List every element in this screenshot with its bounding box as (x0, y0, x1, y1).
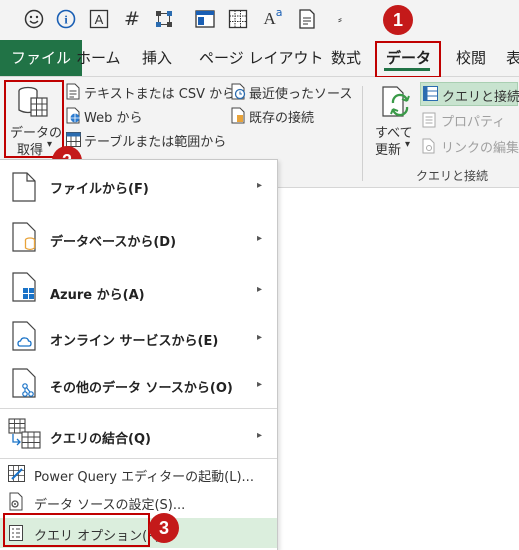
menu-item-label: データベースから(D) (50, 235, 177, 250)
edit-links-icon (422, 138, 435, 154)
menu-item-data-source-settings[interactable]: データ ソースの設定(S)... (0, 488, 277, 516)
web-file-icon (66, 107, 80, 124)
tab-formulas[interactable]: 数式 (331, 40, 361, 76)
superscript-icon[interactable]: Aa (262, 5, 284, 30)
from-table-range-button[interactable]: テーブルまたは範囲から (66, 130, 226, 150)
tab-review[interactable]: 校閲 (456, 40, 486, 76)
edit-links-label: リンクの編集 (441, 141, 519, 156)
submenu-arrow-icon: ▸ (257, 430, 263, 441)
hash-icon[interactable]: # (121, 8, 143, 30)
database-file-icon (12, 222, 36, 252)
menu-item-label: データ ソースの設定(S)... (34, 498, 186, 513)
menu-item-label: Power Query エディターの起動(L)... (34, 470, 254, 485)
form-icon[interactable] (296, 8, 318, 30)
recent-sources-button[interactable]: 最近使ったソース (231, 82, 371, 102)
tab-more[interactable]: 表 (506, 40, 519, 76)
menu-item-from-database[interactable]: データベースから(D) ▸ (0, 212, 277, 262)
menu-item-label: Azure から(A) (50, 288, 145, 303)
file-icon (12, 172, 36, 202)
tab-home[interactable]: ホーム (76, 40, 121, 76)
edit-links-button[interactable]: リンクの編集 (422, 136, 519, 156)
menu-item-combine-queries[interactable]: クエリの結合(Q) ▸ (0, 410, 277, 458)
menu-item-launch-power-query[interactable]: Power Query エディターの起動(L)... (0, 460, 277, 488)
combine-queries-icon (8, 418, 41, 449)
recent-sources-icon (231, 83, 246, 100)
submenu-arrow-icon: ▸ (257, 379, 263, 390)
window-icon[interactable] (194, 8, 216, 30)
ribbon-tabs: ファイル ホーム 挿入 ページ レイアウト 数式 データ 校閲 表 (0, 40, 519, 77)
menu-item-label: ファイルから(F) (50, 182, 149, 197)
azure-file-icon (12, 272, 36, 302)
submenu-arrow-icon: ▸ (257, 180, 263, 191)
existing-connections-label: 既存の接続 (249, 111, 315, 126)
menu-item-label: その他のデータ ソースから(O) (50, 381, 233, 396)
tab-file[interactable]: ファイル (0, 40, 83, 76)
smiley-icon[interactable] (23, 8, 45, 30)
cloud-file-icon (12, 321, 36, 351)
queries-group-label: クエリと接続 (416, 169, 489, 183)
menu-item-from-azure[interactable]: Azure から(A) ▸ (0, 262, 277, 312)
power-query-editor-icon (8, 465, 25, 482)
existing-connections-icon (231, 107, 245, 124)
hash-glyph: # (124, 8, 140, 30)
data-source-settings-icon (9, 492, 23, 511)
get-data-highlight (4, 80, 64, 158)
info-glyph: i (64, 13, 68, 27)
tab-page-layout[interactable]: ページ レイアウト (199, 40, 323, 76)
submenu-arrow-icon: ▸ (257, 233, 263, 244)
refresh-all-label-2: 更新 (375, 143, 402, 158)
menu-separator (0, 458, 277, 459)
tab-insert[interactable]: 挿入 (142, 40, 172, 76)
queries-connections-label: クエリと接続 (442, 90, 519, 105)
info-icon[interactable]: i (55, 8, 77, 30)
text-a-glyph: A (95, 12, 104, 27)
quick-access-toolbar: i A # Aa ⸗ (0, 0, 519, 40)
queries-connections-button[interactable]: クエリと接続 (420, 82, 519, 106)
menu-item-from-online-services[interactable]: オンライン サービスから(E) ▸ (0, 312, 277, 360)
queries-connections-icon (423, 86, 438, 101)
from-web-label: Web から (84, 111, 143, 126)
callout-1: 1 (383, 5, 413, 35)
refresh-icon (382, 86, 410, 117)
recent-sources-label: 最近使ったソース (249, 87, 353, 102)
properties-button[interactable]: プロパティ (422, 110, 518, 130)
other-sources-file-icon (12, 368, 36, 398)
callout-3: 3 (149, 513, 179, 543)
refresh-dropdown-arrow: ▾ (405, 139, 411, 150)
ribbon-group-separator (362, 86, 363, 181)
properties-label: プロパティ (441, 115, 506, 130)
text-file-icon (66, 83, 80, 100)
customize-glyph: ⸗ (338, 12, 342, 26)
grid-flow-icon[interactable] (153, 8, 175, 30)
properties-icon (422, 112, 436, 128)
menu-separator (0, 408, 277, 409)
from-table-range-label: テーブルまたは範囲から (84, 135, 227, 150)
existing-connections-button[interactable]: 既存の接続 (231, 106, 351, 126)
customize-icon[interactable]: ⸗ (329, 8, 351, 30)
submenu-arrow-icon: ▸ (257, 332, 263, 343)
menu-item-label: クエリの結合(Q) (50, 432, 151, 447)
from-text-csv-button[interactable]: テキストまたは CSV から (66, 82, 235, 102)
table-range-icon (66, 132, 81, 147)
text-a-icon[interactable]: A (88, 8, 110, 30)
submenu-arrow-icon: ▸ (257, 284, 263, 295)
refresh-all-button[interactable]: すべて 更新 ▾ (372, 82, 418, 158)
superscript-base: A (263, 9, 276, 28)
menu-item-from-other-sources[interactable]: その他のデータ ソースから(O) ▸ (0, 360, 277, 408)
from-web-button[interactable]: Web から (66, 106, 166, 126)
from-text-csv-label: テキストまたは CSV から (84, 87, 236, 102)
menu-item-label: オンライン サービスから(E) (50, 334, 219, 349)
menu-item-from-file[interactable]: ファイルから(F) ▸ (0, 160, 277, 212)
data-tab-highlight (375, 41, 441, 78)
superscript-sup: a (275, 5, 283, 19)
query-options-highlight (3, 513, 150, 547)
table-icon[interactable] (227, 8, 249, 30)
get-data-menu: ファイルから(F) ▸ データベースから(D) ▸ Azure から(A) ▸ … (0, 159, 278, 550)
